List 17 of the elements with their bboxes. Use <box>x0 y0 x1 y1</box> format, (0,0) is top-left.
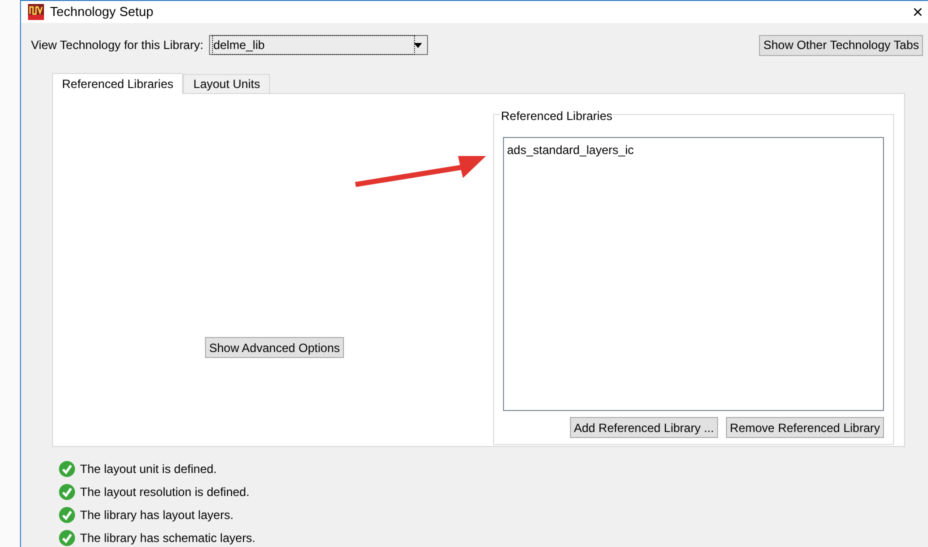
app-logo-icon <box>28 4 44 20</box>
status-message: The layout unit is defined. <box>80 461 217 478</box>
status-message: The library has layout layers. <box>80 507 234 524</box>
window-title: Technology Setup <box>50 3 154 22</box>
close-button[interactable]: × <box>912 3 923 21</box>
show-other-tabs-button[interactable]: Show Other Technology Tabs <box>759 34 923 56</box>
list-item[interactable]: ads_standard_layers_ic <box>507 141 880 157</box>
status-message: The library has schematic layers. <box>80 530 256 547</box>
tab[interactable]: Layout Units <box>183 74 270 93</box>
library-dropdown[interactable]: delme_lib <box>209 35 428 55</box>
status-message: The layout resolution is defined. <box>80 484 250 501</box>
dropdown-caret-icon <box>414 42 422 48</box>
advanced-options-button[interactable]: Show Advanced Options <box>205 337 344 358</box>
library-label: View Technology for this Library: <box>31 37 204 54</box>
library-action-button[interactable]: Remove Referenced Library <box>726 417 884 438</box>
library-action-button[interactable]: Add Referenced Library ... <box>570 417 718 438</box>
tab[interactable]: Referenced Libraries <box>52 73 184 94</box>
